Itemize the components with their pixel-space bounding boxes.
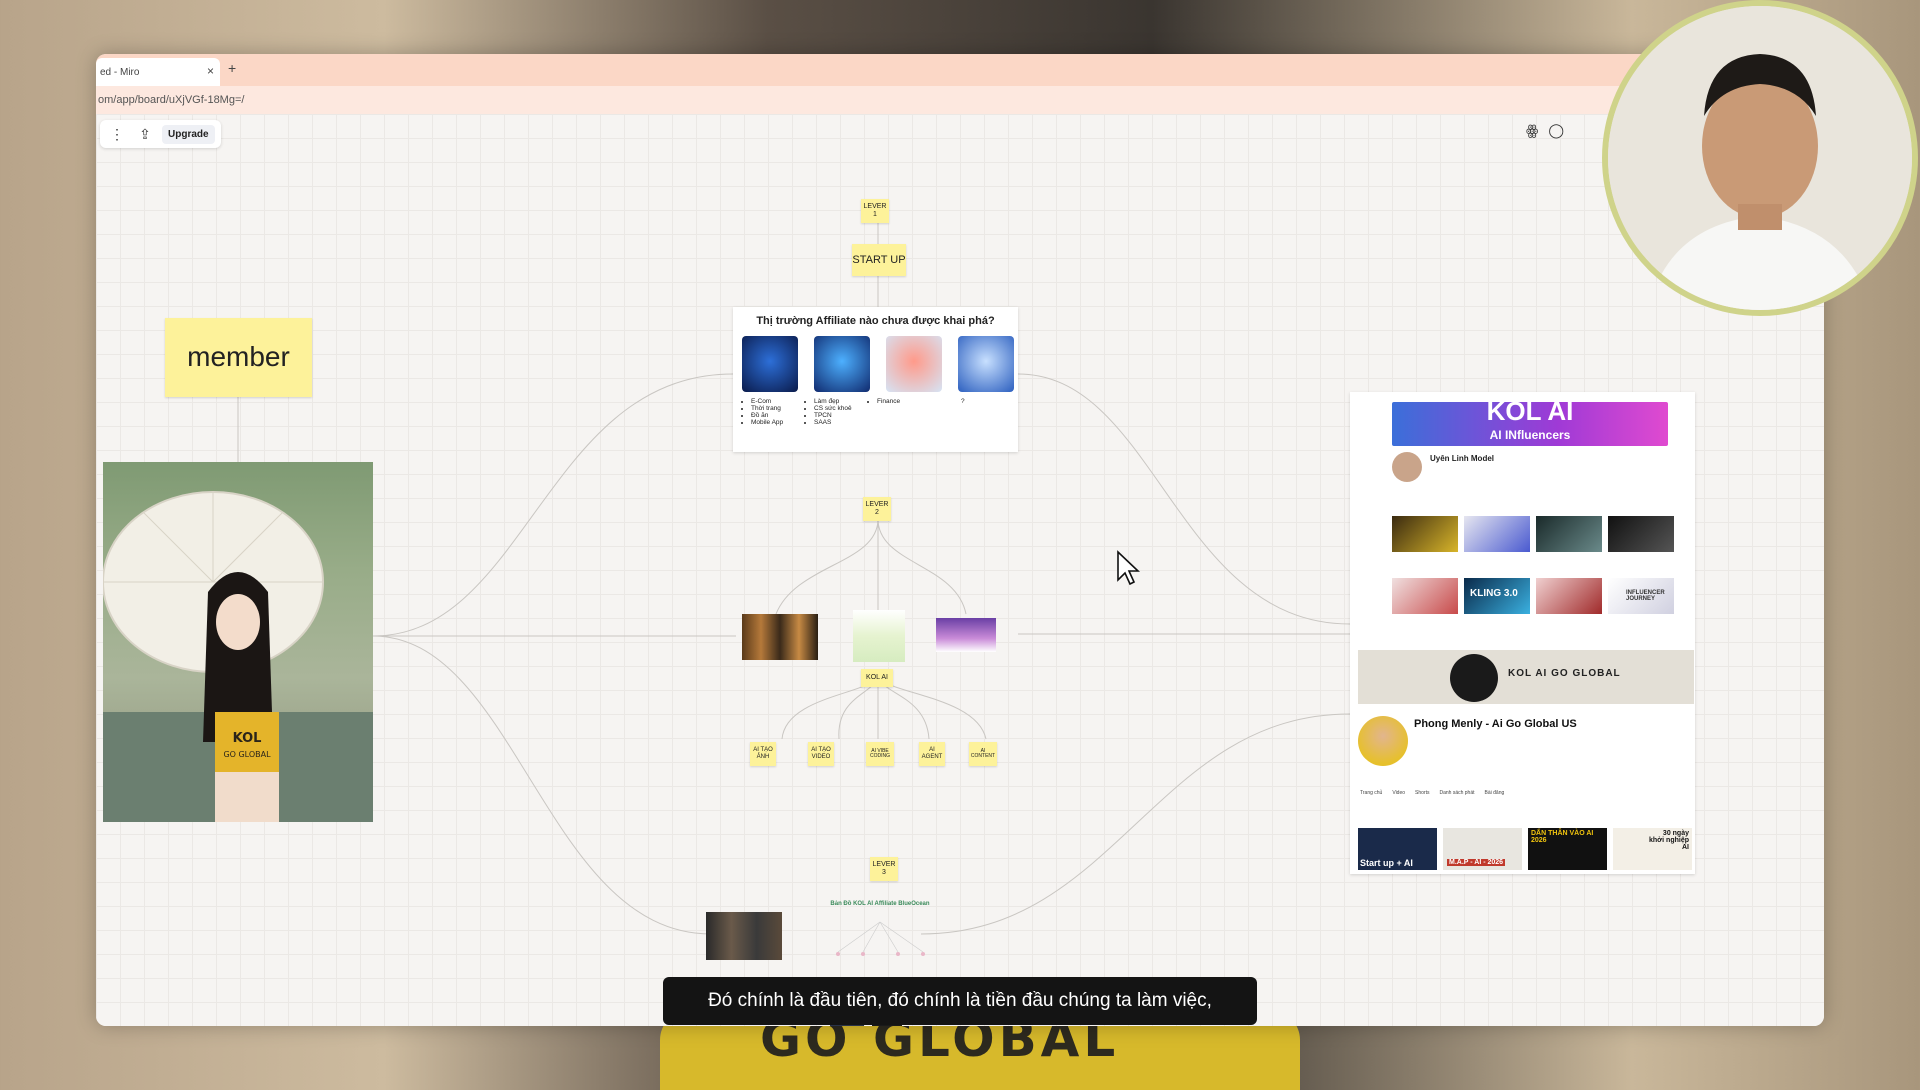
brain-image-unknown [958, 336, 1014, 392]
model-photo[interactable]: KOL GO GLOBAL [103, 462, 373, 822]
video-thumb-map[interactable]: M.A.P - AI - 2026 [1443, 828, 1522, 870]
channel2-name: Phong Menly - Ai Go Global US [1414, 718, 1577, 730]
video-subtitle: Đó chính là đầu tiên, đó chính là tiền đ… [663, 977, 1257, 1025]
model-photo-illustration: KOL GO GLOBAL [103, 491, 373, 822]
presenter-webcam [1602, 0, 1918, 316]
svg-text:KOL: KOL [233, 731, 262, 746]
comment-icon[interactable]: ◯ [1548, 122, 1564, 139]
video-grid-thumbnail[interactable] [742, 614, 818, 660]
market-category-lists: E-Com Thời trang Đồ ăn Mobile App Làm đẹ… [742, 398, 1018, 426]
channel-tab[interactable]: Danh sách phát [1439, 790, 1474, 796]
kol-ai-go-global-banner: KOL AI GO GLOBAL [1358, 650, 1694, 704]
svg-text:GO GLOBAL: GO GLOBAL [223, 750, 271, 759]
market-list-2: Làm đẹp CS sức khoẻ TPCN SAAS [805, 398, 868, 426]
market-list-1: E-Com Thời trang Đồ ăn Mobile App [742, 398, 805, 426]
channel1-name: Uyên Linh Model [1430, 454, 1494, 463]
brain-image-beauty [814, 336, 870, 392]
market-card-title: Thị trường Affiliate nào chưa được khai … [756, 315, 995, 327]
miro-canvas[interactable]: member KOL GO GLOBAL LEVER 1 START UP Th… [96, 114, 1824, 1026]
lever-2-note[interactable]: LEVER 2 [863, 497, 891, 521]
youtube-profiles-card[interactable]: KOL AI AI INfluencers Uyên Linh Model KL… [1350, 392, 1695, 874]
more-vertical-icon[interactable]: ⋮ [106, 126, 128, 143]
channel2-banner-text: KOL AI GO GLOBAL [1508, 668, 1621, 679]
url-text: om/app/board/uXjVGf-18Mg=/ [98, 94, 245, 106]
browser-window: ed - Miro × + om/app/board/uXjVGf-18Mg=/ [96, 54, 1824, 1026]
channel-tab[interactable]: Shorts [1415, 790, 1429, 796]
tab-bar: ed - Miro × + [96, 54, 1824, 86]
blue-ocean-map-diagram[interactable] [818, 912, 942, 982]
channel1-avatar [1392, 452, 1422, 482]
mouse-cursor-icon [1117, 550, 1140, 586]
ai-agent-note[interactable]: AI AGENT [919, 742, 945, 766]
upload-icon[interactable]: ⇪ [134, 126, 156, 143]
channel1-video-row-1 [1392, 516, 1674, 552]
channel2-tabs: Trang chủ Video Shorts Danh sách phát Bà… [1360, 790, 1504, 796]
kol-ai-banner-sub: AI INfluencers [1489, 428, 1571, 442]
channel2-avatar [1358, 716, 1408, 766]
kling-badge: KLING 3.0 [1470, 588, 1518, 599]
kol-ai-banner-title: KOL AI [1486, 396, 1574, 426]
ai-content-note[interactable]: AI CONTENT [969, 742, 997, 766]
market-list-4: ? [961, 398, 965, 405]
ai-image-note[interactable]: AI TẠO ẢNH [750, 742, 776, 766]
address-bar[interactable]: om/app/board/uXjVGf-18Mg=/ [96, 86, 1824, 114]
brain-image-finance [886, 336, 942, 392]
tab-title: ed - Miro [100, 66, 140, 78]
affiliate-market-card[interactable]: Thị trường Affiliate nào chưa được khai … [733, 307, 1018, 452]
influencer-badge: INFLUENCER JOURNEY [1626, 590, 1665, 602]
channel-tab[interactable]: Trang chủ [1360, 790, 1382, 796]
blue-ocean-map-title: Bản Đồ KOL AI Affiliate BlueOcean [830, 901, 930, 907]
video-thumb-30-ngay[interactable]: 30 ngày khởi nghiệp AI [1613, 828, 1692, 870]
ai-video-note[interactable]: AI TẠO VIDEO [808, 742, 834, 766]
channel2-logo [1450, 654, 1498, 702]
reactions-icon[interactable]: ꙮ [1526, 122, 1538, 139]
brain-image-ecom [742, 336, 798, 392]
channel2-video-row: Start up + AI M.A.P - AI - 2026 DẤN THÂN… [1358, 828, 1692, 870]
doc-thumbnail[interactable] [853, 610, 905, 662]
new-tab-icon[interactable]: + [228, 60, 236, 76]
member-sticky-note[interactable]: member [165, 318, 312, 397]
startup-note[interactable]: START UP [852, 244, 906, 276]
video-thumb-startup[interactable]: Start up + AI [1358, 828, 1437, 870]
kol-ai-note[interactable]: KOL AI [861, 669, 893, 687]
channel-tab[interactable]: Video [1392, 790, 1405, 796]
browser-tab[interactable]: ed - Miro × [96, 58, 220, 86]
banner-thumbnail[interactable] [936, 618, 996, 652]
channel1-video-row-2: KLING 3.0 INFLUENCER JOURNEY [1392, 578, 1674, 614]
market-list-3: Finance [868, 398, 931, 426]
video-thumb-dan-than[interactable]: DẤN THÂN VÀO AI 2026 [1528, 828, 1607, 870]
lever-1-note[interactable]: LEVER 1 [861, 199, 889, 223]
upgrade-button[interactable]: Upgrade [162, 124, 215, 144]
group-photo-thumbnail[interactable] [706, 912, 782, 960]
ai-vibe-coding-note[interactable]: AI VIBE CODING [866, 742, 894, 766]
kol-ai-banner: KOL AI AI INfluencers [1392, 396, 1668, 446]
presenter-portrait [1608, 6, 1912, 310]
lever-3-note[interactable]: LEVER 3 [870, 857, 898, 881]
miro-right-toolbar: ꙮ ◯ [1526, 122, 1564, 139]
miro-toolbar: ⋮ ⇪ Upgrade [100, 120, 221, 148]
tab-close-icon[interactable]: × [207, 64, 214, 78]
channel-tab[interactable]: Bài đăng [1485, 790, 1505, 796]
